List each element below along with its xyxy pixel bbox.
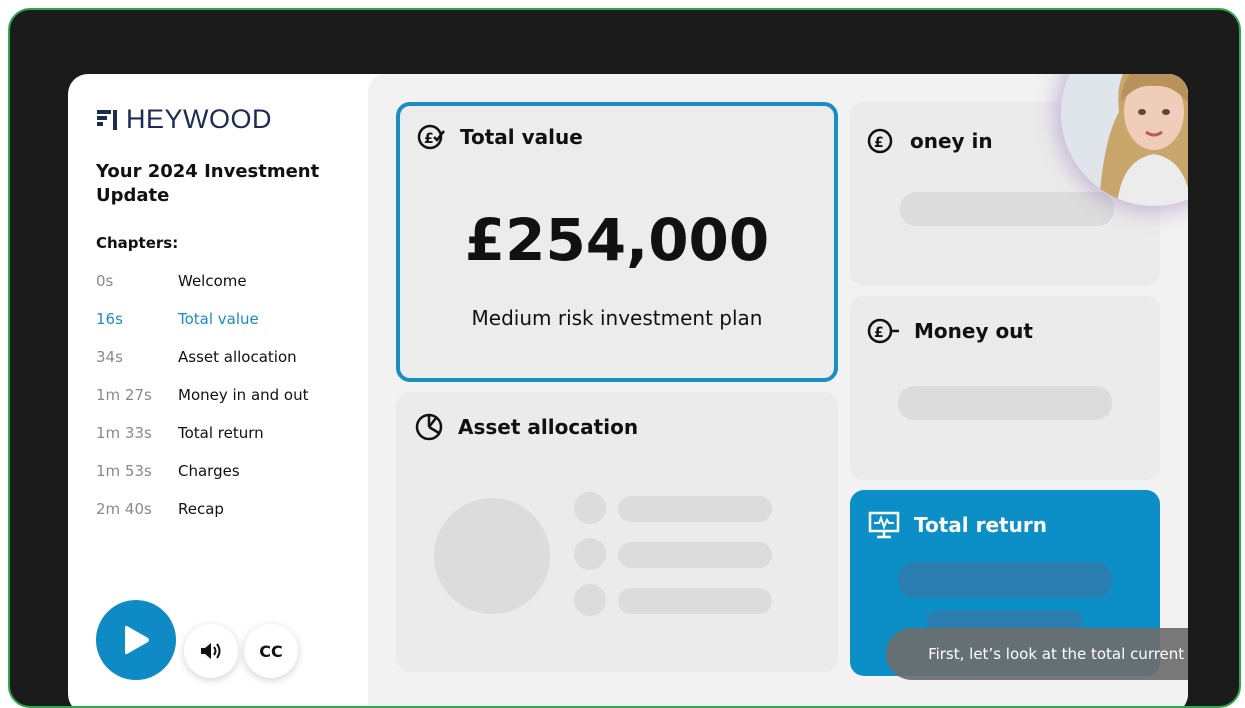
chapter-time: 1m 53s xyxy=(96,462,152,480)
volume-button[interactable] xyxy=(184,624,238,678)
svg-text:£: £ xyxy=(874,325,884,341)
card-title-text: oney in xyxy=(910,129,993,153)
svg-text:£: £ xyxy=(874,135,884,151)
logo-text: HEYWOOD xyxy=(126,104,273,134)
chapter-item[interactable]: 34s Asset allocation xyxy=(96,338,309,376)
total-value-title: £ Total value xyxy=(416,122,583,152)
legend-line-placeholder xyxy=(618,542,772,568)
main-content: £ Total value £254,000 Medium risk inves… xyxy=(368,74,1188,706)
player-panel: HEYWOOD Your 2024 Investment Update Chap… xyxy=(68,74,1188,706)
card-title-text: Total value xyxy=(460,125,583,149)
plan-description: Medium risk investment plan xyxy=(471,306,763,330)
chapter-name: Asset allocation xyxy=(178,348,297,366)
play-icon xyxy=(125,625,149,655)
total-return-title: Total return xyxy=(868,510,1047,540)
update-title: Your 2024 Investment Update xyxy=(96,161,320,206)
legend-dot-placeholder xyxy=(574,584,606,616)
pound-check-icon: £ xyxy=(417,124,445,150)
pound-plus-icon: £ xyxy=(867,128,893,154)
card-title-text: Money out xyxy=(914,319,1033,343)
loading-placeholder xyxy=(900,192,1114,226)
chapter-name: Total value xyxy=(178,310,259,328)
card-title-text: Asset allocation xyxy=(458,415,639,439)
video-frame: HEYWOOD Your 2024 Investment Update Chap… xyxy=(8,8,1241,708)
pie-chart-icon xyxy=(415,413,443,441)
legend-dot-placeholder xyxy=(574,538,606,570)
chapter-name: Money in and out xyxy=(178,386,309,404)
chapter-item[interactable]: 1m 27s Money in and out xyxy=(96,376,309,414)
chapter-name: Welcome xyxy=(178,272,247,290)
money-out-title: £ Money out xyxy=(866,316,1033,346)
play-button[interactable] xyxy=(96,600,176,680)
chapters-label: Chapters: xyxy=(96,234,179,252)
chapter-list: 0s Welcome 16s Total value 34s Asset all… xyxy=(96,262,309,528)
caption-subtitle: First, let’s look at the total current v… xyxy=(886,628,1188,680)
loading-placeholder xyxy=(898,562,1112,598)
monitor-chart-icon xyxy=(868,511,900,539)
total-value-amount: £254,000 xyxy=(464,206,770,274)
chapter-item[interactable]: 2m 40s Recap xyxy=(96,490,309,528)
money-out-card[interactable]: £ Money out xyxy=(850,296,1160,480)
chapter-item[interactable]: 0s Welcome xyxy=(96,262,309,300)
asset-allocation-card[interactable]: Asset allocation xyxy=(396,392,838,672)
chapter-time: 16s xyxy=(96,310,123,328)
pound-minus-icon: £ xyxy=(867,318,899,344)
chapter-name: Total return xyxy=(178,424,264,442)
chapter-item[interactable]: 1m 33s Total return xyxy=(96,414,309,452)
legend-dot-placeholder xyxy=(574,492,606,524)
heywood-logo-mark xyxy=(97,109,117,130)
chapter-sidebar: HEYWOOD Your 2024 Investment Update Chap… xyxy=(68,74,368,706)
chapter-time: 0s xyxy=(96,272,114,290)
captions-label: CC xyxy=(259,641,283,661)
chapter-name: Charges xyxy=(178,462,240,480)
money-in-title: £ oney in xyxy=(866,126,993,156)
card-title-text: Total return xyxy=(914,513,1047,537)
captions-button[interactable]: CC xyxy=(244,624,298,678)
chapter-time: 2m 40s xyxy=(96,500,152,518)
heywood-logo: HEYWOOD xyxy=(96,104,272,135)
chapter-time: 34s xyxy=(96,348,123,366)
pie-placeholder xyxy=(434,498,550,614)
volume-icon xyxy=(201,643,221,659)
chapter-item-active[interactable]: 16s Total value xyxy=(96,300,309,338)
legend-line-placeholder xyxy=(618,588,772,614)
chapter-item[interactable]: 1m 53s Charges xyxy=(96,452,309,490)
legend-line-placeholder xyxy=(618,496,772,522)
total-value-card[interactable]: £ Total value £254,000 Medium risk inves… xyxy=(396,102,838,382)
svg-text:£: £ xyxy=(424,131,434,147)
chapter-time: 1m 33s xyxy=(96,424,152,442)
chapter-name: Recap xyxy=(178,500,224,518)
loading-placeholder xyxy=(898,386,1112,420)
asset-allocation-title: Asset allocation xyxy=(414,412,638,442)
chapter-time: 1m 27s xyxy=(96,386,152,404)
